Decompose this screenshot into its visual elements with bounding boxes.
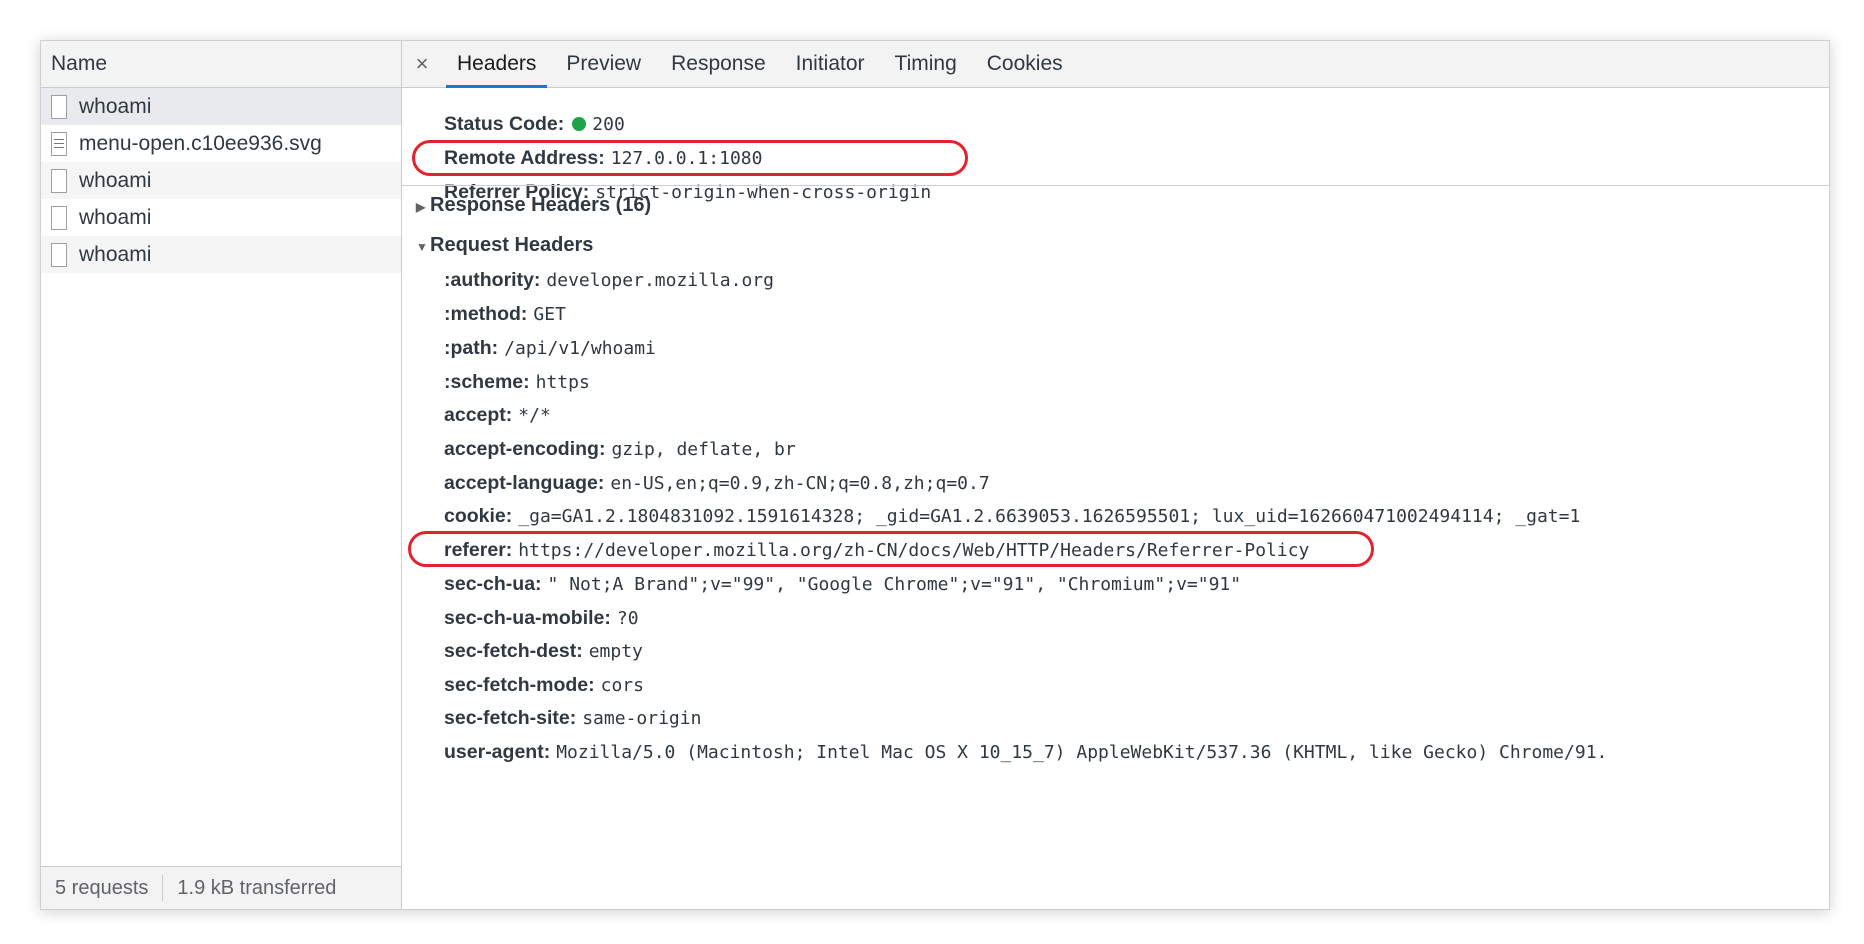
details-tab-bar: × Headers Preview Response Initiator Tim…	[402, 41, 1829, 88]
blank-file-icon	[51, 168, 67, 193]
blank-file-icon	[51, 94, 67, 119]
request-name: whoami	[79, 168, 152, 192]
request-count: 5 requests	[55, 876, 149, 899]
devtools-network-window: Name whoami menu-open.c10ee936.svg whoam…	[40, 40, 1830, 910]
header-value: https	[535, 372, 590, 393]
tab-response[interactable]: Response	[656, 41, 781, 87]
header-name: accept:	[444, 404, 513, 426]
collapsed-triangle-icon: ▶	[416, 200, 426, 214]
request-name: whoami	[79, 242, 152, 266]
header-value: " Not;A Brand";v="99", "Google Chrome";v…	[547, 574, 1242, 595]
header-row: sec-fetch-dest: empty	[444, 636, 643, 667]
header-name: sec-fetch-dest:	[444, 640, 583, 662]
section-divider	[402, 185, 1829, 186]
request-name: menu-open.c10ee936.svg	[79, 131, 322, 155]
header-row: sec-ch-ua-mobile: ?0	[444, 603, 639, 634]
name-column-header[interactable]: Name	[41, 41, 401, 88]
response-headers-toggle[interactable]: ▶ Response Headers (16)	[416, 194, 651, 217]
blank-file-icon	[51, 242, 67, 267]
header-value: same-origin	[582, 708, 702, 729]
header-value: cors	[600, 675, 644, 696]
header-value: Mozilla/5.0 (Macintosh; Intel Mac OS X 1…	[556, 742, 1608, 763]
header-row: user-agent: Mozilla/5.0 (Macintosh; Intel…	[444, 737, 1607, 768]
header-row: cookie: _ga=GA1.2.1804831092.1591614328; …	[444, 501, 1580, 532]
request-name: whoami	[79, 205, 152, 229]
header-value: developer.mozilla.org	[546, 270, 774, 291]
header-value: ?0	[616, 608, 639, 629]
header-name: :path:	[444, 337, 499, 359]
transferred-size: 1.9 kB transferred	[177, 876, 337, 899]
status-ok-icon	[572, 117, 587, 131]
header-row: accept: */*	[444, 400, 551, 431]
header-row: :authority: developer.mozilla.org	[444, 265, 774, 296]
tab-cookies[interactable]: Cookies	[972, 41, 1078, 87]
header-row: sec-ch-ua: " Not;A Brand";v="99", "Google…	[444, 569, 1241, 600]
header-name: :authority:	[444, 269, 541, 291]
header-value: GET	[533, 304, 566, 325]
request-row[interactable]: whoami	[41, 199, 401, 236]
footer-divider	[162, 875, 164, 901]
response-headers-title: Response Headers (16)	[430, 194, 652, 216]
header-name: sec-ch-ua-mobile:	[444, 607, 611, 629]
header-value: gzip, deflate, br	[611, 439, 796, 460]
expanded-triangle-icon: ▼	[416, 240, 428, 254]
network-summary-bar: 5 requests 1.9 kB transferred	[41, 866, 401, 909]
request-row[interactable]: whoami	[41, 236, 401, 273]
header-name: :scheme:	[444, 371, 530, 393]
header-name: :method:	[444, 303, 528, 325]
header-value: en-US,en;q=0.9,zh-CN;q=0.8,zh;q=0.7	[610, 473, 990, 494]
header-row: :scheme: https	[444, 367, 590, 398]
request-name: whoami	[79, 94, 152, 118]
header-name: user-agent:	[444, 741, 551, 763]
tab-initiator[interactable]: Initiator	[781, 41, 880, 87]
header-name: sec-ch-ua:	[444, 573, 542, 595]
tab-headers[interactable]: Headers	[442, 41, 551, 88]
header-row: :path:/api/v1/whoami	[444, 333, 656, 364]
header-name: cookie:	[444, 505, 513, 527]
tab-timing[interactable]: Timing	[880, 41, 972, 87]
referer-highlight	[408, 531, 1374, 567]
header-row: sec-fetch-mode: cors	[444, 670, 644, 701]
referrer-policy-highlight	[412, 140, 968, 176]
document-file-icon	[51, 131, 67, 156]
header-name: accept-encoding:	[444, 438, 606, 460]
close-icon[interactable]: ×	[402, 41, 442, 87]
header-row: :method: GET	[444, 299, 566, 330]
header-value: /api/v1/whoami	[504, 338, 656, 359]
request-row[interactable]: whoami	[41, 162, 401, 199]
header-name: sec-fetch-mode:	[444, 674, 595, 696]
status-code-value: 200	[592, 114, 625, 135]
header-row: accept-language: en-US,en;q=0.9,zh-CN;q=0…	[444, 468, 990, 499]
header-value: empty	[588, 641, 643, 662]
header-name: accept-language:	[444, 472, 605, 494]
name-column-label: Name	[51, 52, 108, 75]
header-value: */*	[518, 405, 551, 426]
status-code-row: Status Code: 200	[444, 109, 625, 140]
status-code-label: Status Code:	[444, 113, 565, 135]
header-row: sec-fetch-site: same-origin	[444, 703, 701, 734]
blank-file-icon	[51, 205, 67, 230]
header-name: sec-fetch-site:	[444, 707, 577, 729]
request-row[interactable]: whoami	[41, 88, 401, 125]
request-headers-title: Request Headers	[430, 234, 594, 256]
request-list-pane: Name whoami menu-open.c10ee936.svg whoam…	[41, 41, 402, 909]
request-details-pane: × Headers Preview Response Initiator Tim…	[402, 41, 1829, 909]
header-row: accept-encoding: gzip, deflate, br	[444, 434, 796, 465]
tab-preview[interactable]: Preview	[551, 41, 656, 87]
header-value: _ga=GA1.2.1804831092.1591614328; _gid=GA…	[518, 506, 1581, 527]
request-row[interactable]: menu-open.c10ee936.svg	[41, 125, 401, 162]
request-headers-toggle[interactable]: ▼ Request Headers	[416, 234, 593, 257]
